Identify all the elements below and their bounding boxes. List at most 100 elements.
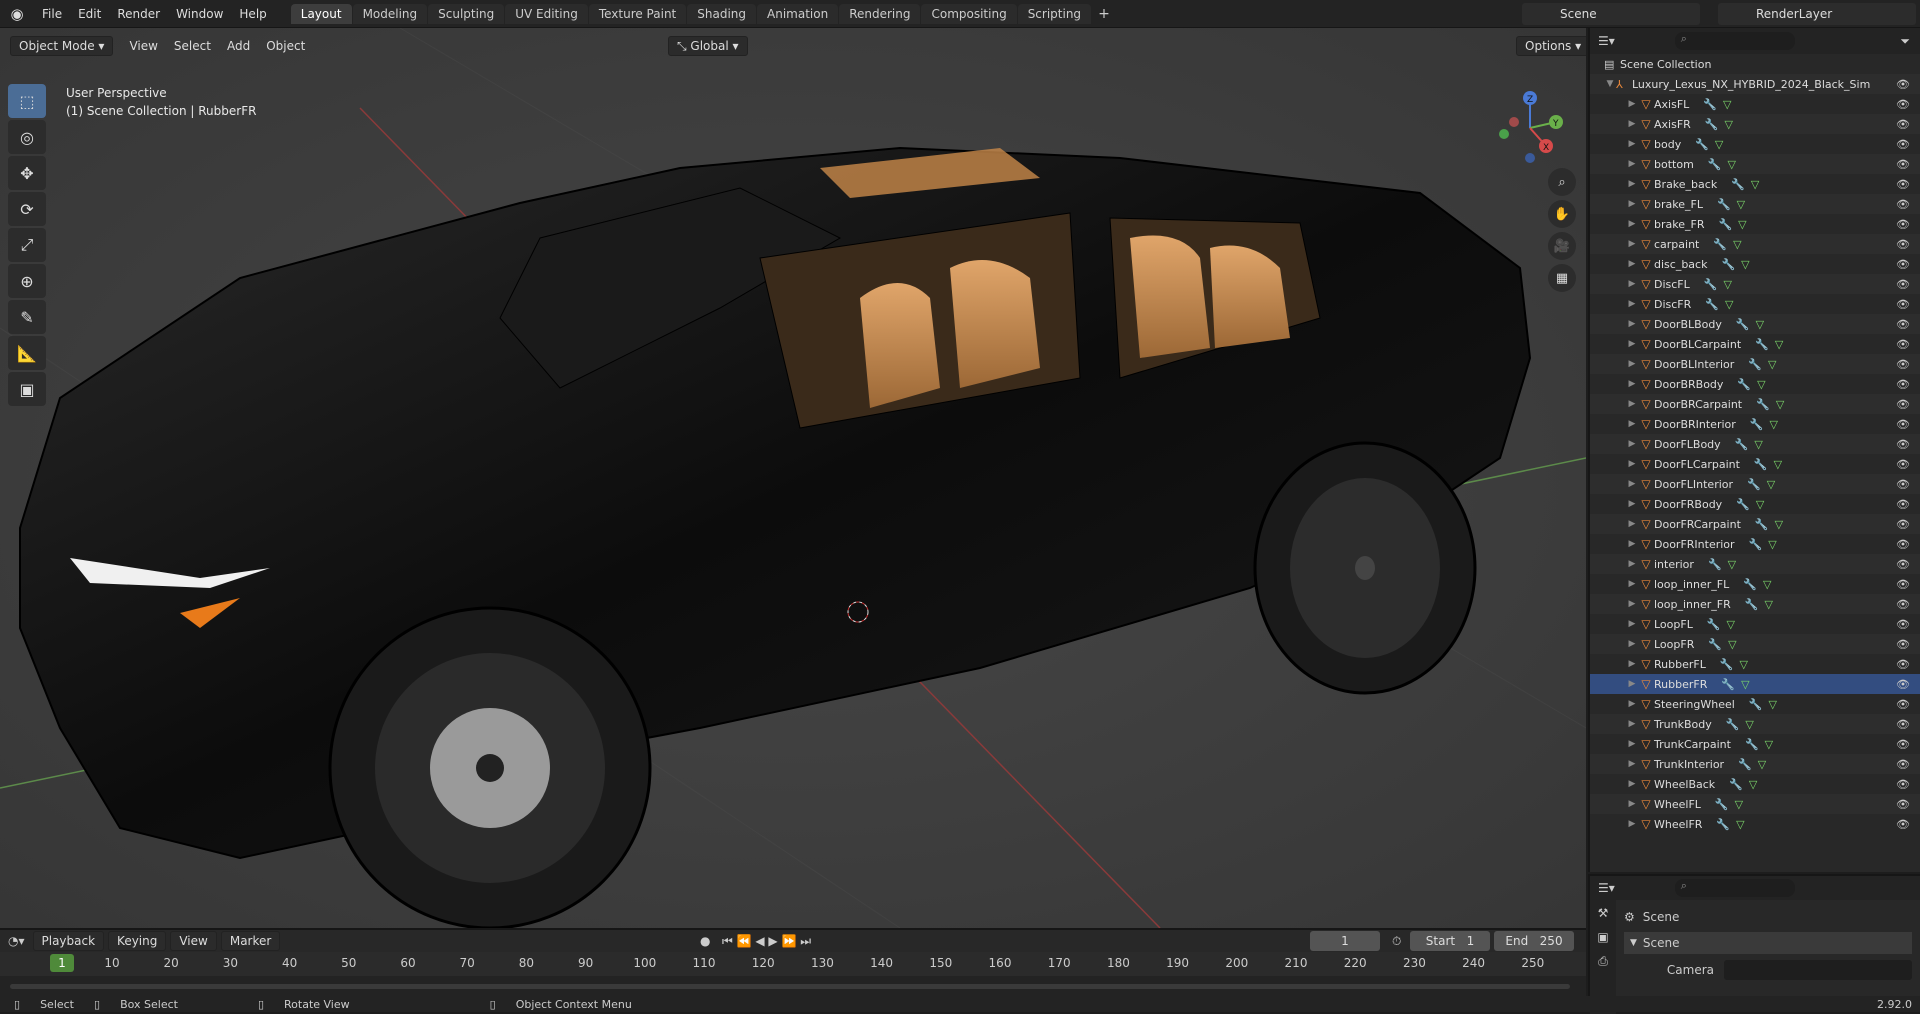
outliner-row[interactable]: ▶ ▽ DoorBRBody 🔧 ▽ 👁 <box>1590 374 1920 394</box>
mesh-data-icon[interactable]: ▽ <box>1774 458 1782 471</box>
tab-layout[interactable]: Layout <box>290 3 352 24</box>
modifier-wrench-icon[interactable]: 🔧 <box>1755 338 1769 351</box>
expand-arrow-icon[interactable]: ▶ <box>1626 659 1638 669</box>
modifier-wrench-icon[interactable]: 🔧 <box>1704 278 1718 291</box>
properties-editor-icon[interactable]: ☰▾ <box>1598 881 1615 895</box>
expand-arrow-icon[interactable]: ▶ <box>1626 419 1638 429</box>
visibility-eye-icon[interactable]: 👁 <box>1896 658 1910 671</box>
expand-arrow-icon[interactable]: ▶ <box>1626 639 1638 649</box>
modifier-wrench-icon[interactable]: 🔧 <box>1755 518 1769 531</box>
visibility-eye-icon[interactable]: 👁 <box>1896 398 1910 411</box>
modifier-wrench-icon[interactable]: 🔧 <box>1735 438 1749 451</box>
record-icon[interactable]: ● <box>700 934 710 948</box>
mesh-data-icon[interactable]: ▽ <box>1776 398 1784 411</box>
start-frame-field[interactable]: Start 1 <box>1410 931 1490 951</box>
expand-arrow-icon[interactable]: ▶ <box>1626 239 1638 249</box>
modifier-wrench-icon[interactable]: 🔧 <box>1718 218 1732 231</box>
visibility-eye-icon[interactable]: 👁 <box>1896 238 1910 251</box>
visibility-eye-icon[interactable]: 👁 <box>1896 258 1910 271</box>
expand-arrow-icon[interactable]: ▶ <box>1626 179 1638 189</box>
mesh-data-icon[interactable]: ▽ <box>1765 738 1773 751</box>
modifier-wrench-icon[interactable]: 🔧 <box>1736 498 1750 511</box>
mesh-data-icon[interactable]: ▽ <box>1728 558 1736 571</box>
tab-shading[interactable]: Shading <box>687 3 756 24</box>
outliner-row[interactable]: ▶ ▽ TrunkInterior 🔧 ▽ 👁 <box>1590 754 1920 774</box>
expand-arrow-icon[interactable]: ▶ <box>1626 719 1638 729</box>
visibility-eye-icon[interactable]: 👁 <box>1896 638 1910 651</box>
next-key-icon[interactable]: ⏩ <box>781 934 796 948</box>
mesh-data-icon[interactable]: ▽ <box>1728 638 1736 651</box>
outliner-row[interactable]: ▶ ▽ DoorBLCarpaint 🔧 ▽ 👁 <box>1590 334 1920 354</box>
outliner-row[interactable]: ▶ ▽ brake_FL 🔧 ▽ 👁 <box>1590 194 1920 214</box>
expand-arrow-icon[interactable]: ▶ <box>1626 199 1638 209</box>
outliner-row[interactable]: ▶ ▽ DoorBRCarpaint 🔧 ▽ 👁 <box>1590 394 1920 414</box>
play-reverse-icon[interactable]: ◀ <box>755 934 764 948</box>
menu-edit[interactable]: Edit <box>70 7 109 21</box>
measure-tool-icon[interactable]: 📐 <box>8 336 46 370</box>
modifier-wrench-icon[interactable]: 🔧 <box>1721 678 1735 691</box>
select-box-tool-icon[interactable]: ⬚ <box>8 84 46 118</box>
render-layer-selector[interactable]: RenderLayer <box>1718 3 1916 25</box>
frame-ruler[interactable]: 1 10 20 30 40 50 60 70 80 90 100 110 120 130 140 150 160… <box>0 952 1586 976</box>
add-cube-tool-icon[interactable]: ▣ <box>8 372 46 406</box>
visibility-eye-icon[interactable]: 👁 <box>1896 558 1910 571</box>
tab-texture-paint[interactable]: Texture Paint <box>588 3 687 24</box>
expand-arrow-icon[interactable]: ▶ <box>1626 819 1638 829</box>
outliner-row[interactable]: ▶ ▽ brake_FR 🔧 ▽ 👁 <box>1590 214 1920 234</box>
expand-arrow-icon[interactable]: ▶ <box>1626 559 1638 569</box>
mesh-data-icon[interactable]: ▽ <box>1745 718 1753 731</box>
expand-arrow-icon[interactable]: ▶ <box>1626 619 1638 629</box>
outliner-row[interactable]: ▶ ▽ TrunkBody 🔧 ▽ 👁 <box>1590 714 1920 734</box>
menu-help[interactable]: Help <box>231 7 274 21</box>
outliner-editor-icon[interactable]: ☰▾ <box>1598 34 1615 48</box>
visibility-eye-icon[interactable]: 👁 <box>1896 598 1910 611</box>
mesh-data-icon[interactable]: ▽ <box>1728 158 1736 171</box>
timeline-menu-marker[interactable]: Marker <box>220 931 281 951</box>
cursor-tool-icon[interactable]: ◎ <box>8 120 46 154</box>
tool-tab-icon[interactable]: ⚒ <box>1590 906 1616 920</box>
modifier-wrench-icon[interactable]: 🔧 <box>1721 258 1735 271</box>
output-tab-icon[interactable]: ⎙ <box>1590 954 1616 969</box>
visibility-eye-icon[interactable]: 👁 <box>1896 818 1910 831</box>
outliner-row[interactable]: ▶ ▽ DoorFRInterior 🔧 ▽ 👁 <box>1590 534 1920 554</box>
modifier-wrench-icon[interactable]: 🔧 <box>1736 318 1750 331</box>
visibility-eye-icon[interactable]: 👁 <box>1896 738 1910 751</box>
visibility-eye-icon[interactable]: 👁 <box>1896 138 1910 151</box>
visibility-eye-icon[interactable]: 👁 <box>1896 698 1910 711</box>
expand-arrow-icon[interactable]: ▶ <box>1626 799 1638 809</box>
options-button[interactable]: Options ▾ <box>1516 36 1586 56</box>
tab-sculpting[interactable]: Sculpting <box>428 3 505 24</box>
modifier-wrench-icon[interactable]: 🔧 <box>1705 298 1719 311</box>
visibility-eye-icon[interactable]: 👁 <box>1896 98 1910 111</box>
mesh-data-icon[interactable]: ▽ <box>1736 818 1744 831</box>
outliner-search-input[interactable]: ⌕ <box>1674 32 1795 50</box>
mode-selector[interactable]: Object Mode ▾ <box>10 36 114 56</box>
mesh-data-icon[interactable]: ▽ <box>1727 618 1735 631</box>
visibility-eye-icon[interactable]: 👁 <box>1896 798 1910 811</box>
modifier-wrench-icon[interactable]: 🔧 <box>1743 578 1757 591</box>
outliner-row[interactable]: ▶ ▽ WheelFL 🔧 ▽ 👁 <box>1590 794 1920 814</box>
play-icon[interactable]: ▶ <box>768 934 777 948</box>
modifier-wrench-icon[interactable]: 🔧 <box>1708 638 1722 651</box>
modifier-wrench-icon[interactable]: 🔧 <box>1738 758 1752 771</box>
3d-viewport[interactable]: Object Mode ▾ View Select Add Object ⤡ Glob… <box>0 28 1586 928</box>
visibility-eye-icon[interactable]: 👁 <box>1896 718 1910 731</box>
timeline-menu-keying[interactable]: Keying <box>108 931 167 951</box>
mesh-data-icon[interactable]: ▽ <box>1733 238 1741 251</box>
expand-arrow-icon[interactable]: ▶ <box>1626 339 1638 349</box>
outliner-row[interactable]: ▶ ▽ body 🔧 ▽ 👁 <box>1590 134 1920 154</box>
menu-window[interactable]: Window <box>168 7 231 21</box>
mesh-data-icon[interactable]: ▽ <box>1768 538 1776 551</box>
expand-arrow-icon[interactable]: ▶ <box>1626 679 1638 689</box>
mesh-data-icon[interactable]: ▽ <box>1725 298 1733 311</box>
camera-view-icon[interactable]: 🎥 <box>1548 232 1576 260</box>
modifier-wrench-icon[interactable]: 🔧 <box>1745 738 1759 751</box>
expand-arrow-icon[interactable]: ▶ <box>1626 579 1638 589</box>
blender-logo-icon[interactable]: ◉ <box>0 0 34 28</box>
visibility-eye-icon[interactable]: 👁 <box>1896 118 1910 131</box>
expand-arrow-icon[interactable]: ▶ <box>1626 379 1638 389</box>
mesh-data-icon[interactable]: ▽ <box>1725 118 1733 131</box>
visibility-eye-icon[interactable]: 👁 <box>1896 358 1910 371</box>
modifier-wrench-icon[interactable]: 🔧 <box>1720 658 1734 671</box>
timeline-scroll[interactable] <box>0 976 1586 996</box>
